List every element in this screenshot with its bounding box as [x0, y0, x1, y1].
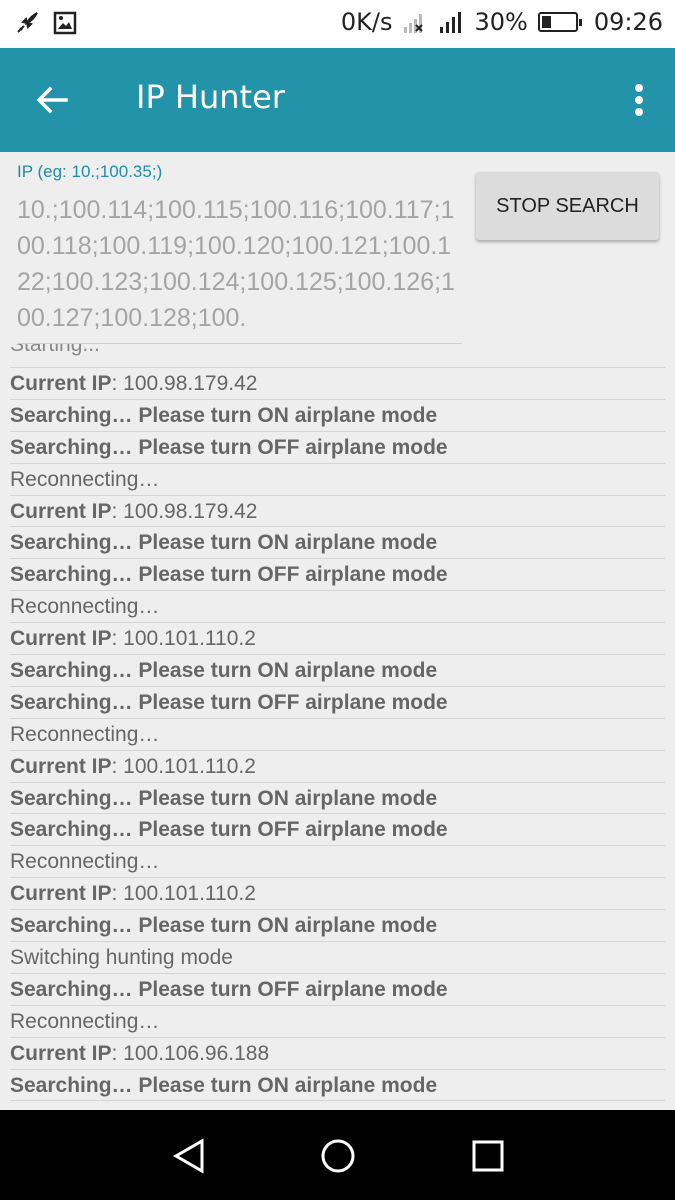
log-row-value: : 100.98.179.42 — [111, 372, 258, 395]
back-triangle-icon[interactable] — [168, 1134, 212, 1178]
log-row-key: Current IP — [10, 754, 112, 778]
log-row: Searching… Please turn OFF airplane mode — [10, 559, 665, 592]
log-row-key: Current IP — [10, 627, 112, 651]
app-title: IP Hunter — [136, 78, 285, 116]
log-row: Reconnecting… — [10, 591, 665, 624]
battery-percent: 30% — [474, 8, 528, 36]
log-row: Searching… Please turn ON airplane mode — [10, 527, 665, 560]
log-row-value: : 100.101.110.2 — [111, 882, 256, 906]
log-row-key: Current IP — [10, 499, 112, 523]
log-row: Reconnecting… — [10, 464, 665, 496]
battery-icon — [537, 12, 582, 32]
ip-input[interactable]: 10.;100.114;100.115;100.116;100.117;100.… — [17, 192, 462, 344]
log-row: Searching… Please turn OFF airplane mode — [10, 974, 665, 1006]
log-row: Searching… Please turn ON airplane mode — [10, 910, 665, 943]
log-row: Current IP: 100.101.110.2 — [10, 623, 665, 656]
back-arrow-icon[interactable] — [30, 78, 74, 122]
log-row: Searching… Please turn ON airplane mode — [10, 1070, 665, 1102]
log-row: Switching hunting mode — [10, 942, 665, 974]
log-list: Starting... Current IP: 100.98.179.42 Sea… — [0, 344, 675, 1102]
log-row: Searching… Please turn OFF airplane mode — [10, 814, 665, 847]
signal-strength-icon — [438, 9, 464, 35]
log-row: Current IP: 100.98.179.42 — [10, 496, 665, 528]
log-row: Current IP: 100.101.110.2 — [10, 878, 665, 911]
log-row: Searching… Please turn ON airplane mode — [10, 400, 665, 432]
log-row-value: : 100.98.179.42 — [111, 499, 258, 523]
rocket-icon — [14, 10, 40, 36]
log-row: Searching… Please turn OFF airplane mode — [10, 432, 665, 464]
status-bar: 0K/s 30% 09:26 — [0, 0, 675, 48]
log-row-key: Current IP — [10, 372, 112, 395]
log-row-key: Current IP — [10, 882, 112, 906]
log-row: Searching… Please turn ON airplane mode — [10, 783, 665, 815]
log-row: Reconnecting… — [10, 1006, 665, 1038]
stop-search-button[interactable]: STOP SEARCH — [476, 172, 659, 240]
overflow-menu-icon[interactable] — [629, 78, 649, 122]
log-row: Reconnecting… — [10, 719, 665, 751]
log-partial-row: Starting... — [10, 344, 665, 368]
log-row-value: : 100.101.110.2 — [111, 754, 256, 778]
image-icon — [52, 10, 78, 36]
log-row-key: Current IP — [10, 1041, 112, 1065]
log-row: Searching… Please turn OFF airplane mode — [10, 687, 665, 719]
ip-field-label: IP (eg: 10.;100.35;) — [17, 162, 163, 181]
app-bar: IP Hunter — [0, 48, 675, 152]
log-row: Reconnecting… — [10, 846, 665, 879]
network-speed: 0K/s — [340, 8, 393, 36]
log-row-value: : 100.106.96.188 — [111, 1041, 270, 1065]
home-circle-icon[interactable] — [316, 1134, 360, 1178]
log-row: Current IP: 100.106.96.188 — [10, 1038, 665, 1070]
signal-no-sim-icon — [402, 9, 428, 35]
recents-square-icon[interactable] — [466, 1134, 510, 1178]
log-row-value: : 100.101.110.2 — [111, 627, 256, 651]
log-row: Searching… Please turn ON airplane mode — [10, 655, 665, 687]
main-content: IP (eg: 10.;100.35;) 10.;100.114;100.115… — [0, 152, 675, 1110]
navigation-bar — [0, 1110, 675, 1200]
clock: 09:26 — [593, 8, 663, 36]
log-row: Current IP: 100.101.110.2 — [10, 751, 665, 783]
log-row: Current IP: 100.98.179.42 — [10, 368, 665, 400]
